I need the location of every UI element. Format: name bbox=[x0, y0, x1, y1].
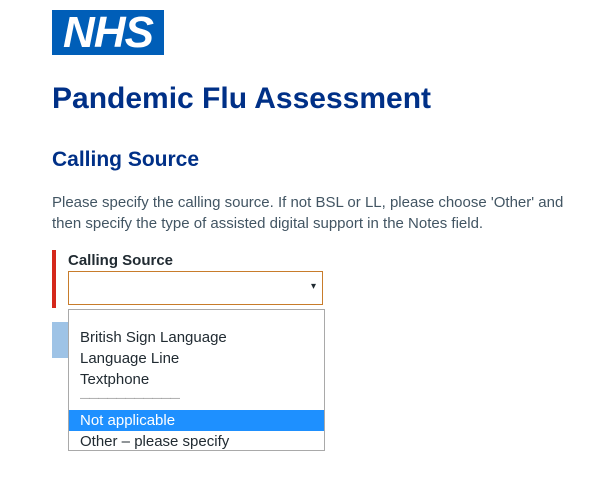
page-title: Pandemic Flu Assessment bbox=[52, 82, 432, 115]
calling-source-dropdown-list: British Sign Language Language Line Text… bbox=[68, 309, 325, 451]
dropdown-arrow-icon: ▾ bbox=[310, 281, 316, 292]
option-british-sign-language[interactable]: British Sign Language bbox=[69, 327, 324, 348]
option-textphone[interactable]: Textphone bbox=[69, 369, 324, 390]
option-separator: ——————————— bbox=[80, 393, 180, 404]
intro-text: Please specify the calling source. If no… bbox=[52, 194, 564, 232]
page: NHS Pandemic Flu Assessment Calling Sour… bbox=[0, 0, 599, 479]
calling-source-select[interactable]: ▾ bbox=[68, 271, 323, 305]
calling-source-label: Calling Source bbox=[68, 252, 174, 269]
option-language-line[interactable]: Language Line bbox=[69, 348, 324, 369]
option-other-please-specify[interactable]: Other – please specify bbox=[69, 431, 324, 452]
option-not-applicable[interactable]: Not applicable bbox=[69, 410, 324, 431]
nhs-logo: NHS bbox=[52, 10, 164, 55]
error-indicator-bar bbox=[52, 250, 56, 308]
section-title: Calling Source bbox=[52, 148, 200, 171]
